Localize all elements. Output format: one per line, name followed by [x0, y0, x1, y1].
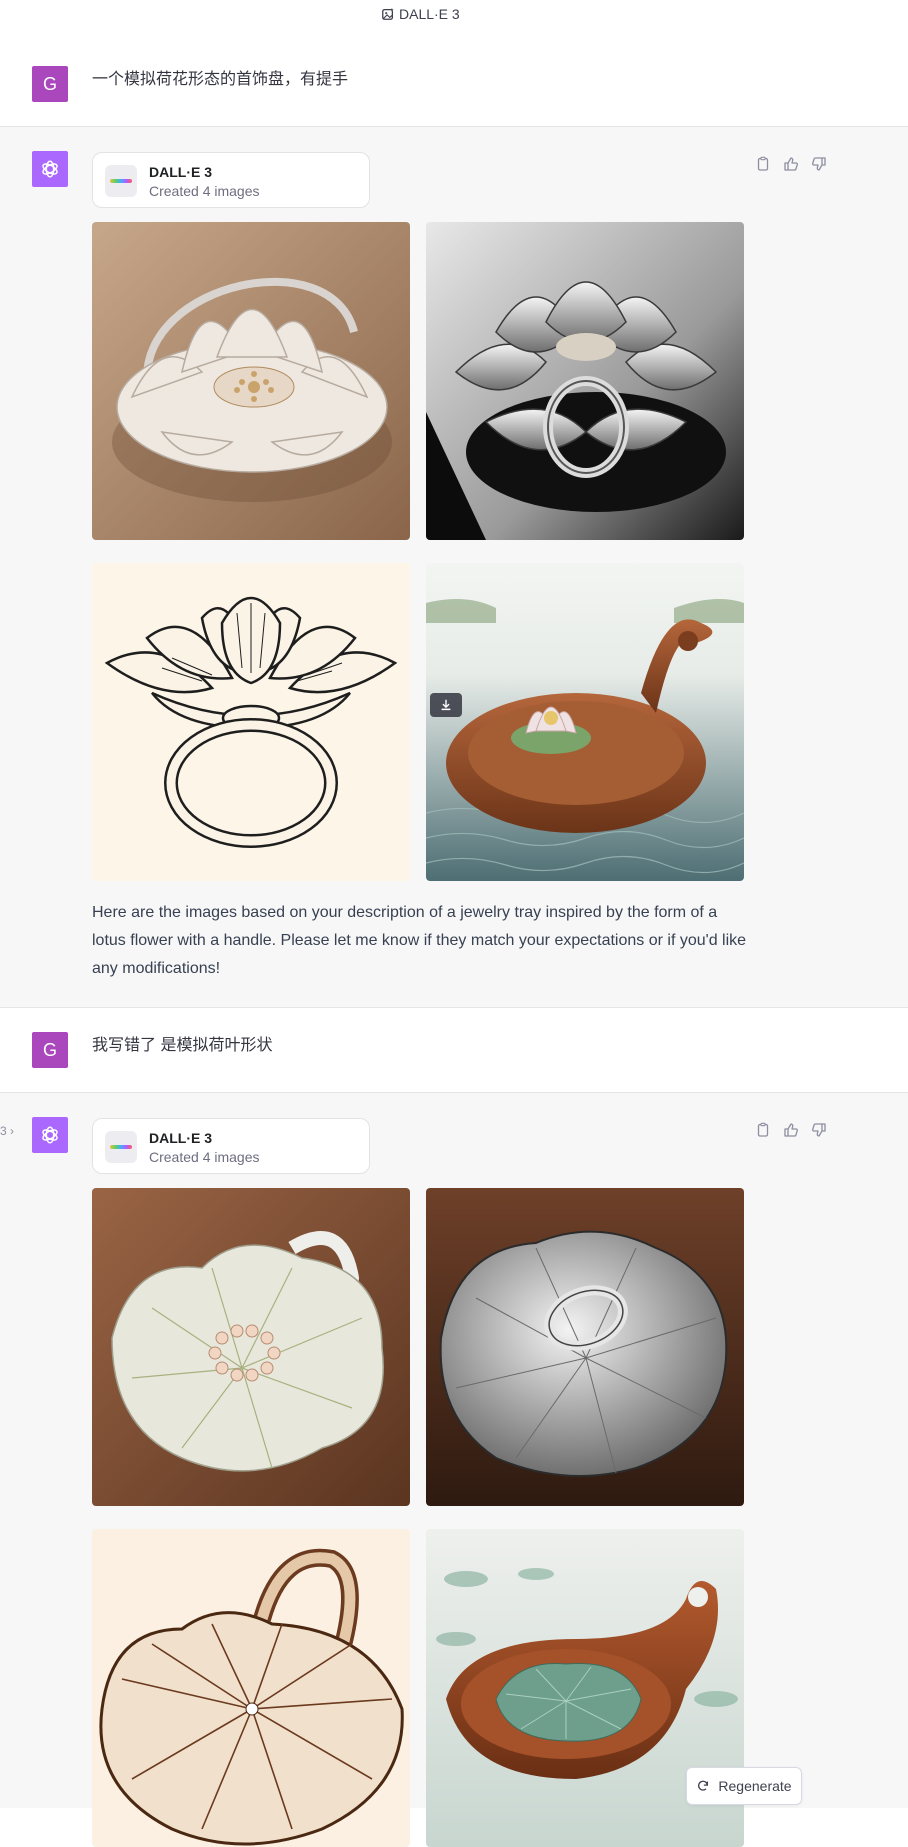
thumbs-down-icon[interactable]: [810, 155, 828, 173]
image-sparkle-icon: [382, 7, 394, 20]
message-actions: [754, 1121, 828, 1139]
openai-logo-icon: [42, 1126, 58, 1144]
openai-logo-icon: [42, 160, 58, 178]
dalle-thumbnail: [105, 165, 137, 197]
user-message: G 我写错了 是模拟荷叶形状: [0, 1008, 908, 1093]
regenerate-label: Regenerate: [718, 1778, 792, 1794]
model-title-text: DALL·E 3: [399, 6, 460, 22]
generated-image[interactable]: [92, 222, 410, 540]
tool-status: Created 4 images: [149, 183, 260, 199]
generated-image[interactable]: [426, 222, 744, 540]
top-header: DALL·E 3: [0, 0, 908, 43]
regenerate-button[interactable]: Regenerate: [686, 1767, 802, 1805]
thumbs-down-icon[interactable]: [810, 1121, 828, 1139]
assistant-message: DALL·E 3 Created 4 images: [0, 1093, 908, 1847]
generated-image[interactable]: [426, 1188, 744, 1506]
dalle-tool-card[interactable]: DALL·E 3 Created 4 images: [92, 1118, 370, 1174]
thumbs-up-icon[interactable]: [782, 155, 800, 173]
dalle-tool-card[interactable]: DALL·E 3 Created 4 images: [92, 152, 370, 208]
generated-image[interactable]: [92, 1529, 410, 1847]
dalle-thumbnail: [105, 1131, 137, 1163]
download-button[interactable]: [430, 693, 462, 717]
user-avatar-initial: G: [42, 1039, 57, 1060]
clipboard-icon[interactable]: [754, 1121, 772, 1139]
generated-image[interactable]: [92, 1188, 410, 1506]
version-nav-indicator[interactable]: 3 ›: [0, 1124, 14, 1138]
download-icon: [441, 699, 451, 711]
clipboard-icon[interactable]: [754, 155, 772, 173]
tool-name: DALL·E 3: [149, 164, 212, 180]
user-message: G 一个模拟荷花形态的首饰盘，有提手: [0, 42, 908, 127]
user-message-text: 我写错了 是模拟荷叶形状: [92, 1037, 273, 1054]
user-avatar-initial: G: [42, 73, 57, 94]
assistant-avatar: [32, 151, 68, 187]
model-title[interactable]: DALL·E 3: [381, 4, 460, 24]
assistant-avatar: [32, 1117, 68, 1153]
assistant-message: DALL·E 3 Created 4 images: [0, 127, 908, 1008]
generated-image[interactable]: [426, 563, 744, 881]
user-message-text: 一个模拟荷花形态的首饰盘，有提手: [92, 71, 349, 88]
refresh-icon: [698, 1780, 709, 1791]
user-avatar: G: [32, 1032, 68, 1068]
assistant-response-text: Here are the images based on your descri…: [92, 904, 747, 977]
thumbs-up-icon[interactable]: [782, 1121, 800, 1139]
user-avatar: G: [32, 66, 68, 102]
tool-name: DALL·E 3: [149, 1130, 212, 1146]
generated-image[interactable]: [92, 563, 410, 881]
tool-status: Created 4 images: [149, 1149, 260, 1165]
message-actions: [754, 155, 828, 173]
